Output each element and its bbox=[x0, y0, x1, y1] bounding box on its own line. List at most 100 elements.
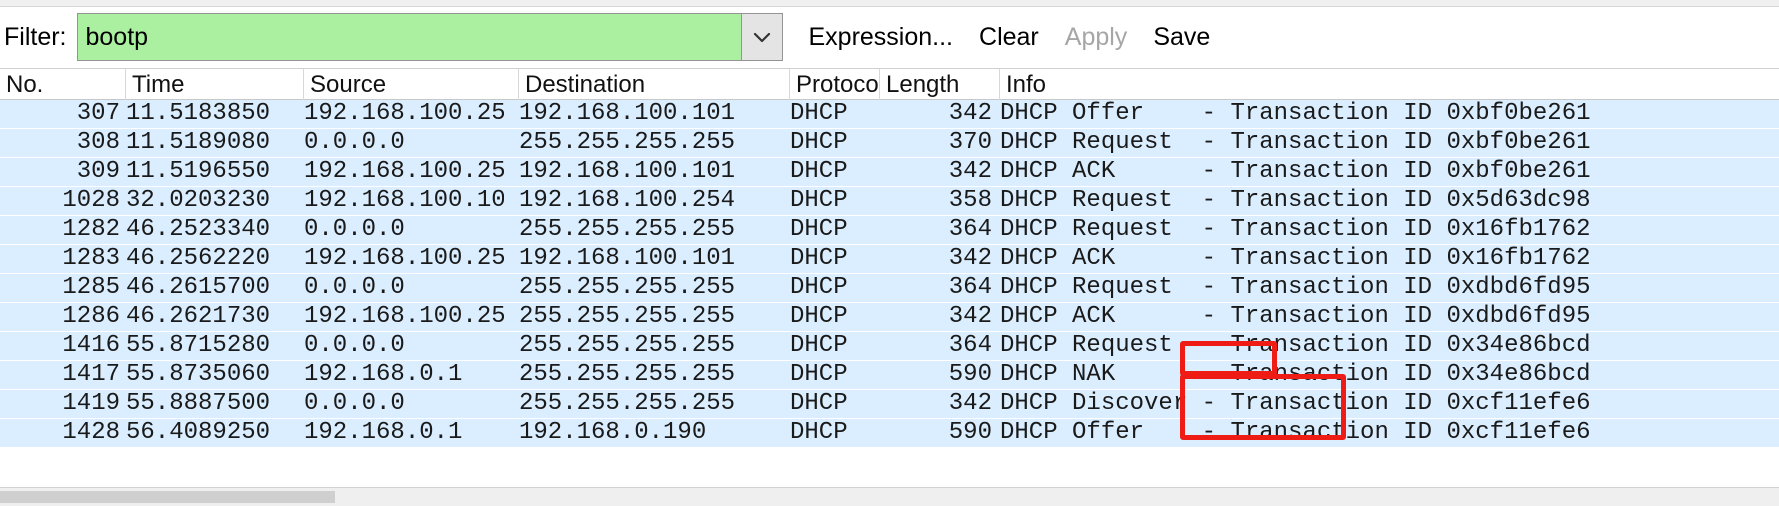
cell-info: DHCP Request - Transaction ID 0xdbd6fd95 bbox=[1000, 274, 1591, 301]
cell-source: 192.168.100.254 bbox=[304, 158, 504, 185]
cell-time: 56.4089250 bbox=[126, 419, 271, 446]
cell-protocol: DHCP bbox=[790, 158, 848, 185]
column-header-length[interactable]: Length bbox=[880, 69, 1000, 100]
filter-history-dropdown-button[interactable] bbox=[740, 13, 783, 61]
cell-source: 192.168.100.254 bbox=[304, 245, 504, 272]
cell-no: 1283 bbox=[62, 245, 120, 272]
cell-info: DHCP ACK - Transaction ID 0xdbd6fd95 bbox=[1000, 303, 1591, 330]
packet-list-rows[interactable]: 307 11.5183850 192.168.100.254 192.168.100.… bbox=[0, 100, 1779, 488]
table-row[interactable]: 307 11.5183850 192.168.100.254 192.168.100.… bbox=[0, 100, 1779, 129]
table-row[interactable]: 1283 46.2562220 192.168.100.254 192.168.100… bbox=[0, 245, 1779, 274]
cell-length: 364 bbox=[948, 274, 992, 301]
cell-no: 1286 bbox=[62, 303, 120, 330]
cell-protocol: DHCP bbox=[790, 332, 848, 359]
horizontal-scrollbar[interactable] bbox=[0, 487, 1779, 506]
column-header-time[interactable]: Time bbox=[126, 69, 304, 100]
cell-source: 0.0.0.0 bbox=[304, 216, 405, 243]
table-row[interactable]: 1286 46.2621730 192.168.100.254 255.255.255… bbox=[0, 303, 1779, 332]
cell-info: DHCP Offer - Transaction ID 0xcf11efe6 bbox=[1000, 419, 1591, 446]
cell-destination: 192.168.100.101 bbox=[519, 100, 736, 127]
cell-no: 1417 bbox=[62, 361, 120, 388]
cell-time: 11.5183850 bbox=[126, 100, 271, 127]
cell-destination: 255.255.255.255 bbox=[519, 274, 736, 301]
cell-protocol: DHCP bbox=[790, 129, 848, 156]
expression-button[interactable]: Expression... bbox=[809, 23, 954, 52]
table-row[interactable]: 308 11.5189080 0.0.0.0 255.255.255.255 DHCP 3… bbox=[0, 129, 1779, 158]
cell-info: DHCP Discover - Transaction ID 0xcf11efe… bbox=[1000, 390, 1591, 417]
filter-toolbar: Filter: Expression... Clear Apply Save bbox=[0, 7, 1779, 67]
cell-time: 55.8735060 bbox=[126, 361, 271, 388]
cell-time: 55.8715280 bbox=[126, 332, 271, 359]
cell-info: DHCP Request - Transaction ID 0x16fb1762 bbox=[1000, 216, 1591, 243]
cell-source: 192.168.0.1 bbox=[304, 419, 463, 446]
cell-length: 364 bbox=[948, 216, 992, 243]
top-divider bbox=[0, 0, 1779, 7]
cell-length: 590 bbox=[948, 419, 992, 446]
cell-time: 55.8887500 bbox=[126, 390, 271, 417]
cell-length: 342 bbox=[948, 158, 992, 185]
cell-no: 1028 bbox=[62, 187, 120, 214]
cell-protocol: DHCP bbox=[790, 245, 848, 272]
column-header-protocol[interactable]: Protocol bbox=[790, 69, 880, 100]
cell-info: DHCP ACK - Transaction ID 0x16fb1762 bbox=[1000, 245, 1591, 272]
cell-source: 0.0.0.0 bbox=[304, 274, 405, 301]
cell-source: 0.0.0.0 bbox=[304, 390, 405, 417]
cell-time: 46.2621730 bbox=[126, 303, 271, 330]
cell-time: 11.5196550 bbox=[126, 158, 271, 185]
filter-input[interactable] bbox=[76, 13, 741, 61]
cell-info: DHCP Request - Transaction ID 0x34e86bcd bbox=[1000, 332, 1591, 359]
cell-protocol: DHCP bbox=[790, 187, 848, 214]
wireshark-packet-list-pane: Filter: Expression... Clear Apply Save N… bbox=[0, 0, 1779, 506]
cell-length: 342 bbox=[948, 245, 992, 272]
column-header-destination[interactable]: Destination bbox=[519, 69, 790, 100]
cell-info: DHCP ACK - Transaction ID 0xbf0be261 bbox=[1000, 158, 1591, 185]
column-header-no[interactable]: No. bbox=[0, 69, 126, 100]
cell-protocol: DHCP bbox=[790, 390, 848, 417]
table-row[interactable]: 1282 46.2523340 0.0.0.0 255.255.255.255 DHCP… bbox=[0, 216, 1779, 245]
cell-destination: 192.168.100.101 bbox=[519, 245, 736, 272]
cell-length: 342 bbox=[948, 390, 992, 417]
table-row[interactable]: 1285 46.2615700 0.0.0.0 255.255.255.255 DHCP… bbox=[0, 274, 1779, 303]
chevron-down-icon bbox=[753, 32, 770, 42]
cell-info: DHCP NAK - Transaction ID 0x34e86bcd bbox=[1000, 361, 1591, 388]
cell-no: 1419 bbox=[62, 390, 120, 417]
cell-protocol: DHCP bbox=[790, 274, 848, 301]
cell-destination: 255.255.255.255 bbox=[519, 303, 736, 330]
cell-source: 192.168.100.100 bbox=[304, 187, 504, 214]
cell-info: DHCP Request - Transaction ID 0x5d63dc98 bbox=[1000, 187, 1591, 214]
cell-destination: 255.255.255.255 bbox=[519, 129, 736, 156]
cell-protocol: DHCP bbox=[790, 216, 848, 243]
cell-no: 308 bbox=[76, 129, 120, 156]
cell-time: 46.2615700 bbox=[126, 274, 271, 301]
cell-no: 1282 bbox=[62, 216, 120, 243]
cell-time: 46.2523340 bbox=[126, 216, 271, 243]
cell-source: 0.0.0.0 bbox=[304, 332, 405, 359]
save-button[interactable]: Save bbox=[1153, 23, 1210, 52]
horizontal-scrollbar-thumb[interactable] bbox=[0, 491, 335, 503]
table-row[interactable]: 1428 56.4089250 192.168.0.1 192.168.0.190 DH… bbox=[0, 419, 1779, 448]
cell-source: 0.0.0.0 bbox=[304, 129, 405, 156]
apply-button[interactable]: Apply bbox=[1065, 23, 1128, 52]
clear-button[interactable]: Clear bbox=[979, 23, 1039, 52]
table-row[interactable]: 1419 55.8887500 0.0.0.0 255.255.255.255 DHCP… bbox=[0, 390, 1779, 419]
cell-time: 11.5189080 bbox=[126, 129, 271, 156]
column-header-source[interactable]: Source bbox=[304, 69, 519, 100]
cell-protocol: DHCP bbox=[790, 361, 848, 388]
table-row[interactable]: 1028 32.0203230 192.168.100.100 192.168.100… bbox=[0, 187, 1779, 216]
cell-length: 364 bbox=[948, 332, 992, 359]
cell-source: 192.168.0.1 bbox=[304, 361, 463, 388]
cell-no: 1285 bbox=[62, 274, 120, 301]
filter-label: Filter: bbox=[4, 22, 67, 51]
table-row[interactable]: 309 11.5196550 192.168.100.254 192.168.100.… bbox=[0, 158, 1779, 187]
cell-destination: 255.255.255.255 bbox=[519, 332, 736, 359]
cell-destination: 192.168.0.190 bbox=[519, 419, 707, 446]
table-row[interactable]: 1417 55.8735060 192.168.0.1 255.255.255.255… bbox=[0, 361, 1779, 390]
cell-protocol: DHCP bbox=[790, 419, 848, 446]
cell-source: 192.168.100.254 bbox=[304, 303, 504, 330]
column-header-info[interactable]: Info bbox=[1000, 69, 1779, 100]
cell-time: 46.2562220 bbox=[126, 245, 271, 272]
table-row[interactable]: 1416 55.8715280 0.0.0.0 255.255.255.255 DHCP… bbox=[0, 332, 1779, 361]
cell-length: 342 bbox=[948, 303, 992, 330]
cell-destination: 192.168.100.254 bbox=[519, 187, 736, 214]
packet-list-header: No. Time Source Destination Protocol Len… bbox=[0, 68, 1779, 100]
